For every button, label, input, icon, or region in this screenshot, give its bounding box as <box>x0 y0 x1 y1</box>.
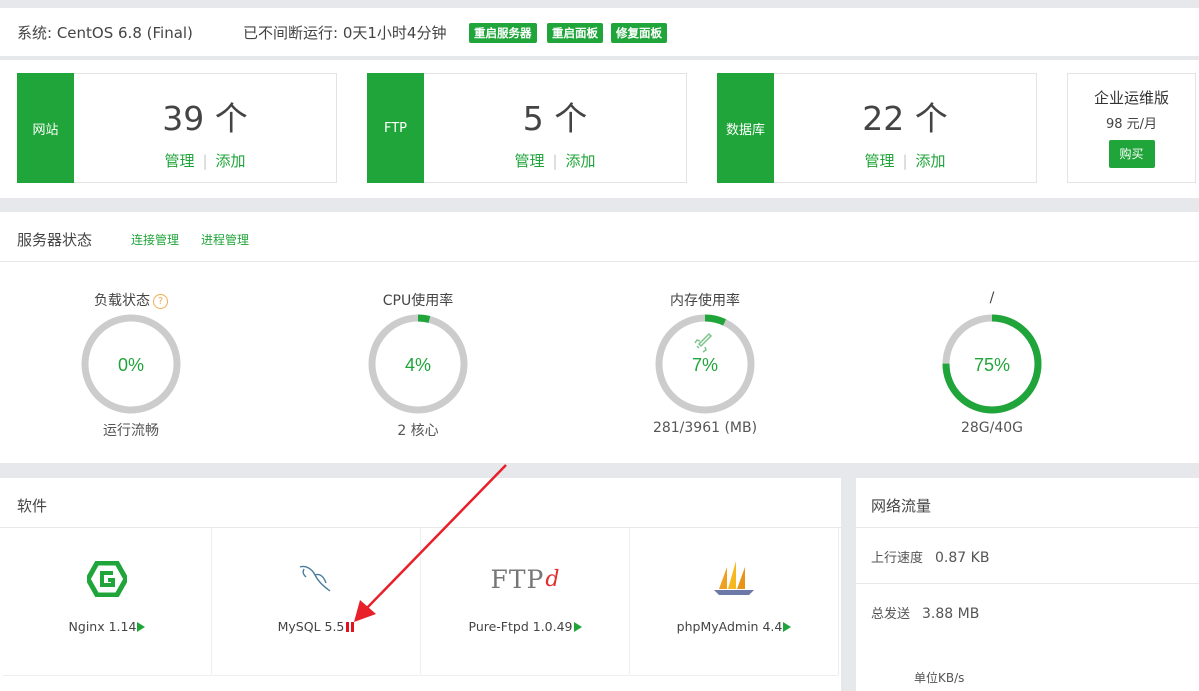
software-item-nginx[interactable]: Nginx 1.14 <box>3 528 212 676</box>
add-ftp-link[interactable]: 添加 <box>566 152 596 170</box>
gauge-cpu[interactable]: CPU使用率 4% 2 核心 <box>318 290 518 440</box>
software-item-mysql[interactable]: MySQL 5.5 <box>212 528 421 676</box>
gauge-label: / <box>989 290 995 306</box>
gauge-value: 0% <box>118 355 144 375</box>
gauge-disk[interactable]: / 75% 28G/40G <box>892 290 1092 440</box>
software-title: 软件 <box>17 497 48 515</box>
stat-count: 5 个 <box>522 99 588 138</box>
server-status-panel: 服务器状态 连接管理 进程管理 负载状态? 0% 运行流畅 CPU使用率 4% … <box>0 212 1199 463</box>
add-site-link[interactable]: 添加 <box>216 152 246 170</box>
phpmyadmin-icon <box>630 558 838 600</box>
gauge-ring: 0% <box>81 314 181 414</box>
add-database-link[interactable]: 添加 <box>916 152 946 170</box>
os-label: 系统: CentOS 6.8 (Final) <box>17 24 193 42</box>
process-manage-link[interactable]: 进程管理 <box>201 231 249 248</box>
software-panel: 软件 Nginx 1.14 MySQL 5.5 FTP d Pure-Ftpd 1… <box>0 478 841 691</box>
pause-icon[interactable] <box>346 622 355 632</box>
system-info-bar: 系统: CentOS 6.8 (Final) 已不间断运行: 0天1小时4分钟 … <box>0 8 1199 56</box>
server-status-title: 服务器状态 <box>17 231 93 249</box>
total-sent-label: 总发送 <box>871 607 911 622</box>
repair-panel-button[interactable]: 修复面板 <box>611 23 667 43</box>
buy-button[interactable]: 购买 <box>1108 140 1155 168</box>
gauge-label: 内存使用率 <box>670 293 740 309</box>
enterprise-card: 企业运维版 98 元/月 购买 <box>1067 73 1196 183</box>
stat-tag: 网站 <box>17 73 74 183</box>
software-name: phpMyAdmin 4.4 <box>676 619 783 634</box>
play-icon[interactable] <box>783 622 792 632</box>
stat-tag: 数据库 <box>717 73 774 183</box>
play-icon[interactable] <box>137 622 146 632</box>
gauge-label: 负载状态 <box>94 293 150 309</box>
manage-sites-link[interactable]: 管理 <box>164 152 194 170</box>
software-name: Nginx 1.14 <box>68 619 137 634</box>
connection-manage-link[interactable]: 连接管理 <box>131 231 179 248</box>
nginx-icon <box>3 558 211 600</box>
unit-label: 单位KB/s <box>914 671 965 685</box>
gauge-memory[interactable]: 内存使用率 7% 281/3961 (MB) <box>605 290 805 440</box>
stat-count: 22 个 <box>862 99 948 138</box>
gauge-ring: 4% <box>368 314 468 414</box>
enterprise-price: 98 元/月 <box>1105 117 1158 132</box>
gauge-value: 75% <box>974 355 1010 375</box>
gauge-load[interactable]: 负载状态? 0% 运行流畅 <box>31 290 231 440</box>
help-icon[interactable]: ? <box>153 294 168 309</box>
play-icon[interactable] <box>573 622 582 632</box>
gauge-label: CPU使用率 <box>382 293 454 309</box>
mysql-icon <box>212 558 420 600</box>
upload-value: 0.87 KB <box>935 550 990 566</box>
manage-database-link[interactable]: 管理 <box>864 152 894 170</box>
gauge-value: 4% <box>405 355 431 375</box>
upload-label: 上行速度 <box>871 551 924 566</box>
software-name: MySQL 5.5 <box>277 619 345 634</box>
software-item-phpmyadmin[interactable]: phpMyAdmin 4.4 <box>630 528 839 676</box>
rocket-icon <box>694 332 713 353</box>
stat-card-sites: 网站 39 个 管理 | 添加 <box>17 73 337 183</box>
stat-tag: FTP <box>367 73 424 183</box>
gauge-value: 7% <box>692 355 718 375</box>
restart-panel-button[interactable]: 重启面板 <box>547 23 603 43</box>
uptime-label: 已不间断运行: 0天1小时4分钟 <box>243 24 447 42</box>
gauge-sub: 281/3961 (MB) <box>652 420 758 436</box>
stat-card-database: 数据库 22 个 管理 | 添加 <box>717 73 1037 183</box>
stat-card-ftp: FTP 5 个 管理 | 添加 <box>367 73 687 183</box>
gauge-ring: 7% <box>655 314 755 414</box>
gauge-ring: 75% <box>942 314 1042 414</box>
software-name: Pure-Ftpd 1.0.49 <box>468 619 573 634</box>
network-title: 网络流量 <box>871 497 932 515</box>
gauge-sub: 28G/40G <box>960 420 1024 436</box>
restart-server-button[interactable]: 重启服务器 <box>469 23 537 43</box>
total-sent-value: 3.88 MB <box>922 606 980 622</box>
enterprise-name: 企业运维版 <box>1093 89 1169 107</box>
gauge-sub: 2 核心 <box>397 423 439 439</box>
ftpd-icon: FTP d <box>490 564 560 594</box>
manage-ftp-link[interactable]: 管理 <box>514 152 544 170</box>
stat-count: 39 个 <box>162 99 248 138</box>
network-panel: 网络流量 上行速度 0.87 KB 总发送 3.88 MB 单位KB/s <box>856 478 1199 691</box>
software-item-pureftpd[interactable]: FTP d Pure-Ftpd 1.0.49 <box>421 528 630 676</box>
gauge-sub: 运行流畅 <box>103 423 159 439</box>
